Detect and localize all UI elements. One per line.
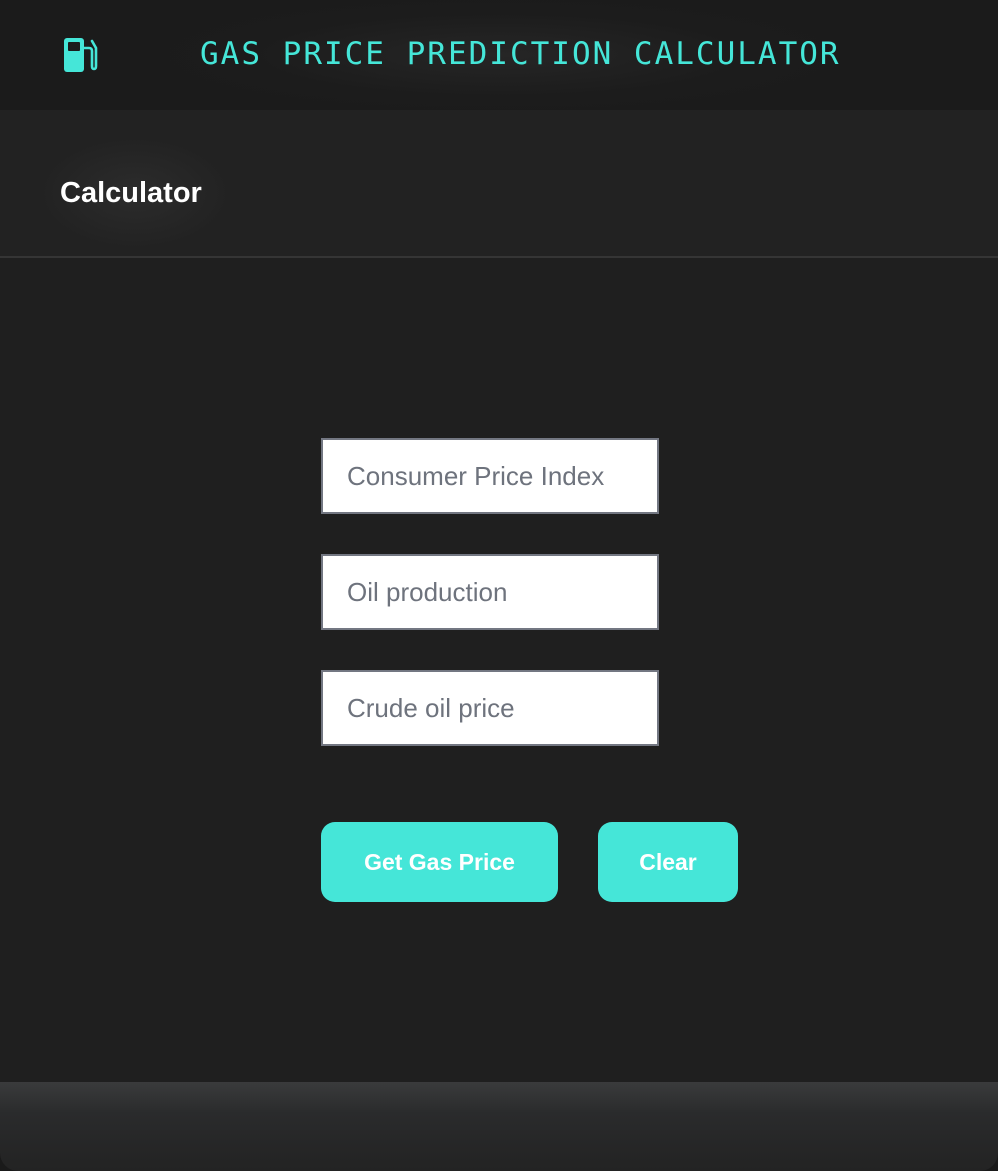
clear-button[interactable]: Clear: [598, 822, 738, 902]
top-header: GAS PRICE PREDICTION CALCULATOR: [0, 0, 998, 110]
crude-oil-price-input[interactable]: [321, 670, 659, 746]
section-title: Calculator: [60, 177, 202, 209]
app-title: GAS PRICE PREDICTION CALCULATOR: [200, 36, 841, 72]
get-gas-price-button[interactable]: Get Gas Price: [321, 822, 558, 902]
consumer-price-index-input[interactable]: [321, 438, 659, 514]
app-window: GAS PRICE PREDICTION CALCULATOR Calculat…: [0, 0, 998, 1171]
footer-bar: [0, 1082, 998, 1171]
gas-pump-icon: [62, 36, 100, 74]
oil-production-input[interactable]: [321, 554, 659, 630]
section-bar: Calculator: [0, 110, 998, 258]
calculator-panel: Get Gas Price Clear: [0, 258, 998, 1082]
